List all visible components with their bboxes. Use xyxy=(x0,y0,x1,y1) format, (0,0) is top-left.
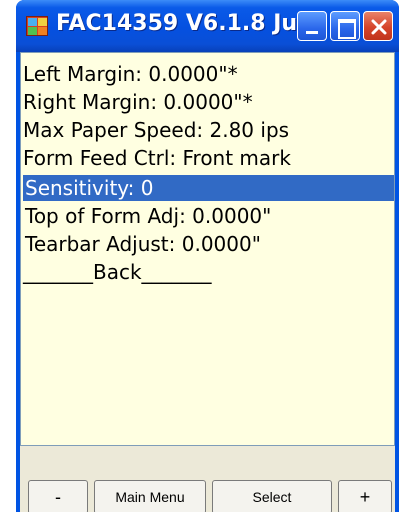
menu-item-left-margin[interactable]: Left Margin: 0.0000"* xyxy=(23,61,394,87)
settings-menu: Left Margin: 0.0000"* Right Margin: 0.00… xyxy=(20,52,395,446)
maximize-button[interactable] xyxy=(330,11,360,41)
app-window: FAC14359 V6.1.8 Ju... Left Margin: 0.000… xyxy=(16,0,399,512)
menu-item-back[interactable]: _______Back_______ xyxy=(23,259,394,285)
menu-item-sensitivity[interactable]: Sensitivity: 0 xyxy=(23,175,394,201)
menu-item-right-margin[interactable]: Right Margin: 0.0000"* xyxy=(23,89,394,115)
increment-button[interactable]: + xyxy=(338,480,392,512)
minimize-button[interactable] xyxy=(297,11,327,41)
menu-item-tearbar-adjust[interactable]: Tearbar Adjust: 0.0000" xyxy=(23,231,394,257)
close-icon xyxy=(371,19,387,35)
decrement-button[interactable]: - xyxy=(28,480,88,512)
close-button[interactable] xyxy=(363,11,393,41)
window-title: FAC14359 V6.1.8 Ju... xyxy=(56,11,323,36)
softkey-bar: - Main Menu Select + xyxy=(20,476,395,512)
main-menu-button[interactable]: Main Menu xyxy=(94,480,206,512)
client-area: Left Margin: 0.0000"* Right Margin: 0.00… xyxy=(20,52,395,512)
status-bar xyxy=(20,446,395,470)
select-button[interactable]: Select xyxy=(212,480,332,512)
app-icon xyxy=(26,16,48,36)
menu-item-max-paper-speed[interactable]: Max Paper Speed: 2.80 ips xyxy=(23,117,394,143)
menu-item-form-feed-ctrl[interactable]: Form Feed Ctrl: Front mark xyxy=(23,145,394,171)
title-bar[interactable]: FAC14359 V6.1.8 Ju... xyxy=(16,0,399,52)
menu-item-top-of-form-adj[interactable]: Top of Form Adj: 0.0000" xyxy=(23,203,394,229)
